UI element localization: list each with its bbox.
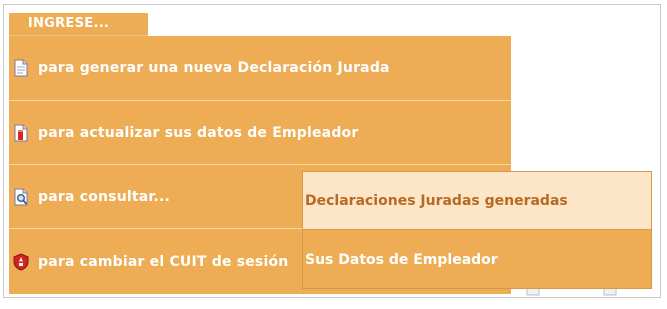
menu-item-label: para consultar... <box>38 188 171 205</box>
edit-document-icon <box>14 124 28 141</box>
menu-item-actualizar-datos[interactable]: para actualizar sus datos de Empleador <box>9 100 511 164</box>
menu-item-label: para cambiar el CUIT de sesión <box>38 253 289 270</box>
search-document-icon <box>14 188 28 205</box>
document-icon <box>14 59 28 77</box>
submenu-item-datos-empleador[interactable]: Sus Datos de Empleador <box>303 231 651 289</box>
menu-header: INGRESE... <box>9 13 148 36</box>
menu-header-label: INGRESE... <box>27 16 110 31</box>
menu-item-label: para actualizar sus datos de Empleador <box>38 124 359 141</box>
consultar-submenu: Declaraciones Juradas generadas Sus Dato… <box>302 171 652 289</box>
menu-item-label: para generar una nueva Declaración Jurad… <box>38 60 390 76</box>
shield-icon <box>13 252 29 271</box>
menu-item-nueva-declaracion[interactable]: para generar una nueva Declaración Jurad… <box>9 36 511 100</box>
submenu-item-declaraciones-generadas[interactable]: Declaraciones Juradas generadas <box>303 172 651 230</box>
